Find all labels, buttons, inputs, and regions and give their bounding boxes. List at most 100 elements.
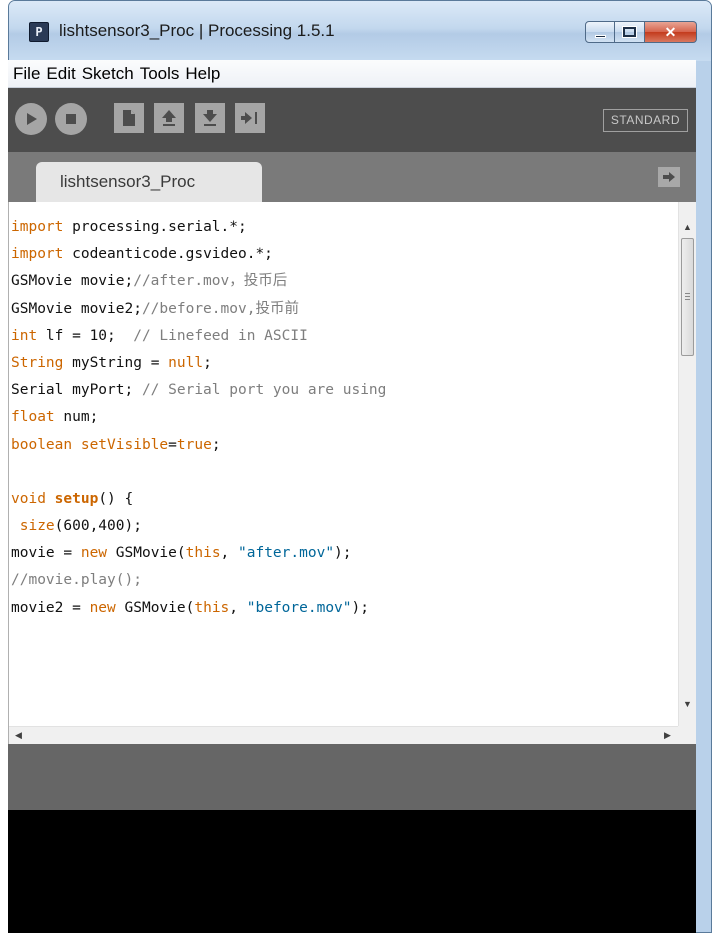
open-icon (162, 110, 176, 126)
code-line: GSMovie movie;//after.mov，投币后 (11, 268, 679, 295)
open-button[interactable] (154, 103, 184, 133)
vertical-scrollbar[interactable]: ▲ ▼ (678, 202, 696, 726)
mode-selector[interactable]: STANDARD (602, 109, 688, 132)
tab-strip: lishtsensor3_Proc (8, 152, 696, 202)
code-line: String myString = null; (11, 350, 679, 377)
maximize-icon (622, 26, 637, 38)
save-icon (203, 110, 217, 126)
code-token: movie2 = (11, 599, 90, 616)
code-token: true (176, 436, 212, 453)
code-token: , (220, 545, 239, 562)
grip-line (685, 296, 690, 297)
tab-menu-button[interactable] (658, 167, 680, 187)
code-token: new (80, 545, 108, 562)
code-line: size(600,400); (11, 513, 679, 540)
vertical-scroll-thumb[interactable] (681, 238, 694, 356)
code-editor[interactable]: import processing.serial.*; import codea… (8, 202, 696, 744)
tab-sketch[interactable]: lishtsensor3_Proc (36, 162, 262, 202)
code-string: "before.mov" (246, 599, 352, 616)
code-token: myString = (63, 354, 169, 371)
grip-line (685, 299, 690, 300)
code-line: void setup() { (11, 486, 679, 513)
window-title: lishtsensor3_Proc | Processing 1.5.1 (59, 21, 335, 40)
code-token: ; (203, 354, 212, 371)
stop-button[interactable] (55, 103, 87, 135)
stop-icon (66, 114, 76, 124)
export-icon (241, 112, 257, 124)
code-token: movie = (11, 545, 81, 562)
code-token: int (11, 327, 38, 344)
window-controls: ✕ (585, 21, 697, 43)
menu-file[interactable]: File (11, 64, 44, 84)
code-token: import (11, 246, 64, 263)
menu-tools[interactable]: Tools (138, 64, 184, 84)
code-token: codeanticode.gsvideo.*; (63, 246, 273, 263)
grip-line (685, 293, 690, 294)
run-button[interactable] (15, 103, 47, 135)
code-token: Serial myPort; (11, 382, 142, 399)
code-token: num; (54, 409, 99, 426)
code-token: lf = 10; (37, 327, 134, 344)
code-line: int lf = 10; // Linefeed in ASCII (11, 323, 679, 350)
code-token: void (11, 490, 46, 507)
code-token: import (11, 219, 64, 235)
status-bar (8, 744, 696, 810)
new-button[interactable] (114, 103, 144, 133)
export-button[interactable] (235, 103, 265, 133)
code-token: GSMovie( (107, 545, 186, 562)
menu-bar: File Edit Sketch Tools Help (8, 60, 696, 88)
minimize-button[interactable] (585, 21, 615, 43)
close-button[interactable]: ✕ (645, 21, 697, 43)
code-comment: // Linefeed in ASCII (133, 327, 308, 344)
code-line: movie2 = new GSMovie(this, "before.mov")… (11, 595, 679, 622)
menu-sketch[interactable]: Sketch (80, 64, 138, 84)
code-string: "after.mov" (238, 545, 335, 562)
code-area[interactable]: import processing.serial.*; import codea… (11, 214, 679, 714)
code-token: (600,400); (54, 518, 142, 535)
scroll-up-icon[interactable]: ▲ (683, 222, 692, 232)
code-token: GSMovie movie; (11, 273, 134, 290)
toolbar: STANDARD (8, 88, 696, 152)
scroll-down-icon[interactable]: ▼ (683, 699, 692, 709)
close-icon: ✕ (664, 23, 677, 40)
code-line: //movie.play(); (11, 567, 679, 594)
processing-app-icon[interactable]: P (29, 22, 49, 42)
menu-edit[interactable]: Edit (44, 64, 79, 84)
code-token: ; (211, 436, 221, 453)
code-token: ); (351, 599, 369, 616)
code-line: GSMovie movie2;//before.mov,投币前 (11, 296, 679, 323)
menu-help[interactable]: Help (183, 64, 224, 84)
code-token: this (194, 599, 230, 616)
run-icon (27, 113, 37, 125)
code-token: = (168, 436, 177, 453)
code-token: String (11, 354, 64, 371)
code-line: import processing.serial.*; (11, 214, 679, 241)
code-comment: // Serial port you are using (141, 382, 387, 399)
horizontal-scrollbar[interactable]: ◀ ▶ (9, 726, 679, 744)
code-token: () { (98, 490, 134, 507)
code-token: processing.serial.*; (63, 219, 247, 235)
console-output[interactable] (8, 810, 696, 933)
code-line: Serial myPort; // Serial port you are us… (11, 377, 679, 404)
code-token: float (11, 409, 55, 426)
code-line: float num; (11, 404, 679, 431)
code-line: boolean setVisible=true; (11, 432, 679, 459)
new-icon (123, 110, 135, 126)
title-bar[interactable]: P lishtsensor3_Proc | Processing 1.5.1 ✕ (9, 1, 711, 61)
code-token: , (229, 599, 247, 616)
scroll-left-icon[interactable]: ◀ (15, 730, 22, 741)
code-token: ); (334, 545, 352, 562)
code-line: import codeanticode.gsvideo.*; (11, 241, 679, 268)
arrow-right-icon (663, 172, 675, 182)
code-token: GSMovie( (115, 599, 195, 616)
scroll-right-icon[interactable]: ▶ (664, 730, 671, 741)
code-token: setup (54, 490, 99, 507)
code-token: boolean (11, 436, 73, 453)
code-token: new (89, 599, 116, 616)
maximize-button[interactable] (615, 21, 645, 43)
save-button[interactable] (195, 103, 225, 133)
